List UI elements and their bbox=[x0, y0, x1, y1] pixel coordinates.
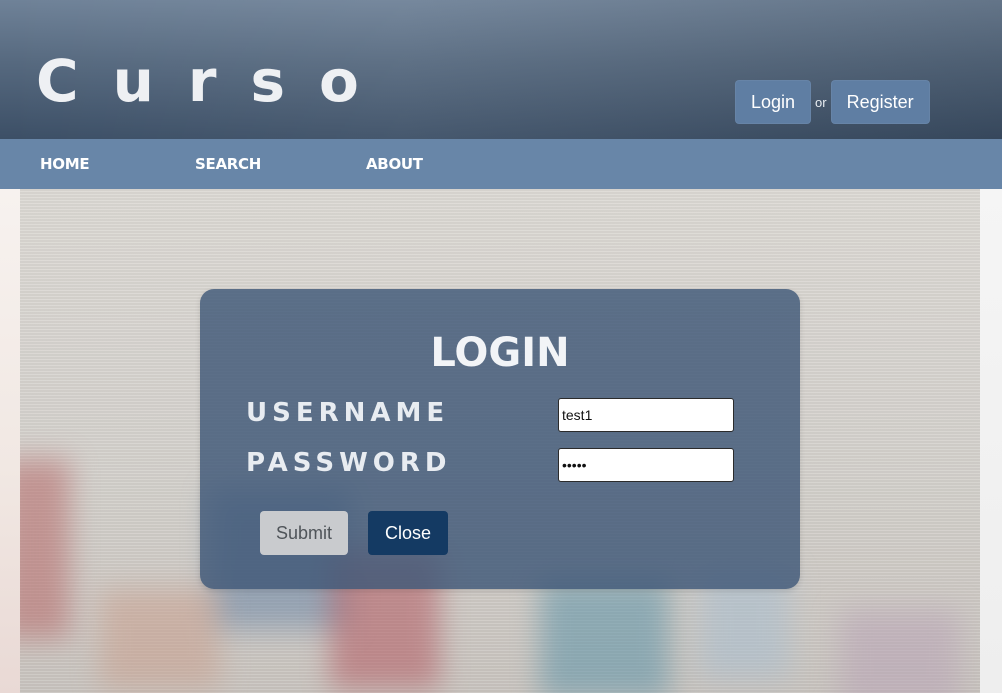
header-login-button[interactable]: Login bbox=[735, 80, 812, 124]
password-input[interactable] bbox=[558, 448, 734, 482]
header-register-button[interactable]: Register bbox=[830, 80, 930, 124]
nav-item-search[interactable]: SEARCH bbox=[195, 139, 261, 189]
username-label: USERNAME bbox=[246, 398, 450, 428]
site-header: Curso Login or Register bbox=[0, 0, 1002, 139]
background-blur-shape bbox=[20, 459, 70, 639]
background-blur-shape bbox=[840, 609, 960, 693]
main-nav: HOME SEARCH ABOUT bbox=[0, 139, 1002, 189]
password-label: PASSWORD bbox=[246, 448, 452, 478]
login-title: LOGIN bbox=[430, 330, 570, 376]
nav-item-about[interactable]: ABOUT bbox=[366, 139, 423, 189]
page-left-margin bbox=[0, 189, 20, 693]
page-right-margin bbox=[980, 189, 1002, 693]
submit-button[interactable]: Submit bbox=[260, 511, 348, 555]
login-modal: LOGIN USERNAME PASSWORD Submit Close bbox=[200, 289, 800, 589]
auth-or-text: or bbox=[815, 94, 827, 110]
auth-controls: Login or Register bbox=[735, 80, 930, 124]
background-blur-shape bbox=[100, 589, 220, 689]
nav-item-home[interactable]: HOME bbox=[40, 139, 90, 189]
username-input[interactable] bbox=[558, 398, 734, 432]
site-logo[interactable]: Curso bbox=[36, 52, 393, 110]
background-blur-shape bbox=[540, 579, 670, 693]
close-button[interactable]: Close bbox=[368, 511, 448, 555]
